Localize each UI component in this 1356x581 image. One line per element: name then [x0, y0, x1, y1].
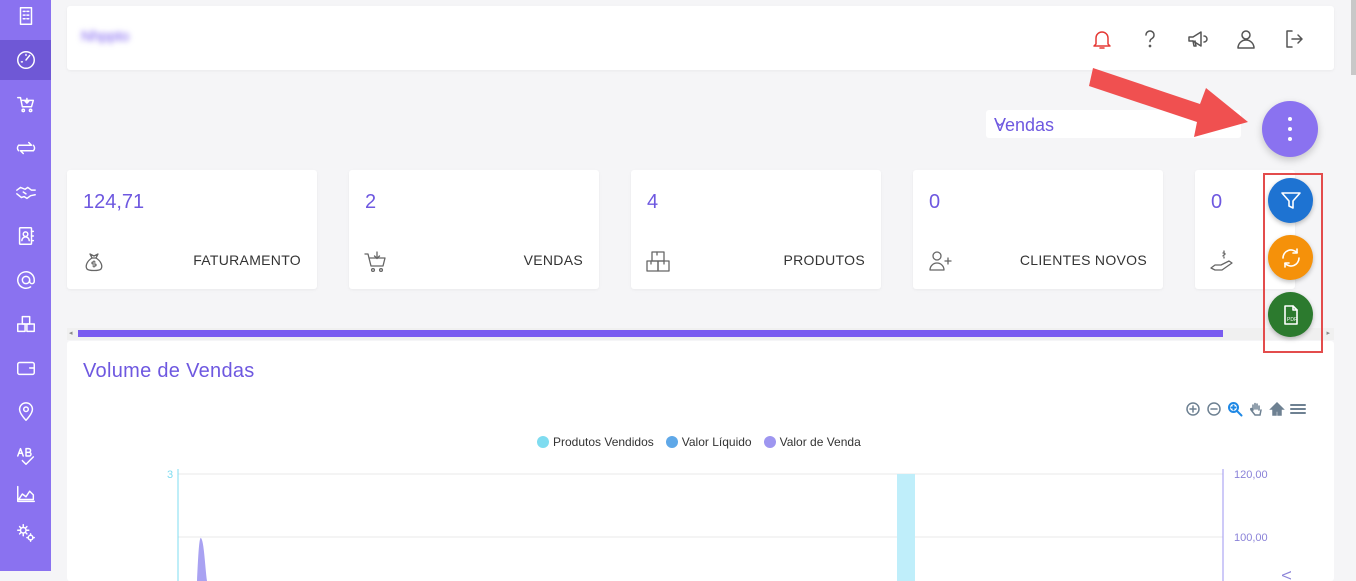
reset-home-icon[interactable] [1268, 400, 1286, 418]
top-bar: Nhppto [67, 6, 1334, 70]
cart-icon [16, 96, 34, 113]
profile-button[interactable] [1233, 26, 1259, 52]
menu-icon[interactable] [1289, 400, 1307, 418]
zoom-select-icon[interactable] [1226, 400, 1244, 418]
zoom-out-icon[interactable] [1205, 400, 1223, 418]
wallet-icon [16, 361, 35, 376]
scroll-left-icon[interactable]: ◂ [69, 329, 73, 337]
exchange-icon [16, 141, 35, 155]
stat-value: 4 [647, 191, 659, 213]
stat-card-revenue: 124,71 FATURAMENTO [67, 170, 317, 289]
sidebar-item-transfers[interactable] [0, 128, 51, 168]
sidebar-item-home[interactable] [0, 0, 51, 36]
stat-card-products: 4 PRODUTOS [631, 170, 881, 289]
map-pin-icon [18, 402, 33, 421]
bar-mark [897, 474, 915, 581]
stat-card-new-clients: 0 CLIENTES NOVOS [913, 170, 1163, 289]
ab-check-icon [16, 447, 34, 465]
chart-plot: 3 120,00 100,00 V [167, 469, 1294, 581]
help-icon [1145, 30, 1155, 48]
sidebar-item-dashboard[interactable] [0, 40, 51, 80]
stat-label: VENDAS [523, 252, 583, 268]
handshake-icon [15, 186, 36, 200]
cards-scrollbar[interactable]: ◂ ▸ [67, 328, 1334, 340]
sidebar-item-ab[interactable] [0, 436, 51, 476]
hand-money-icon [1209, 248, 1235, 274]
megaphone-icon [1188, 31, 1208, 47]
notifications-button[interactable] [1089, 26, 1115, 52]
stat-value: 2 [365, 191, 377, 213]
building-icon [19, 7, 32, 25]
boxes-icon [16, 315, 35, 333]
more-actions-button[interactable] [1262, 101, 1318, 157]
announcements-button[interactable] [1185, 26, 1211, 52]
sidebar-item-wallet[interactable] [0, 348, 51, 388]
zoom-in-icon[interactable] [1184, 400, 1202, 418]
sidebar-item-reports[interactable] [0, 474, 51, 514]
stat-label: PRODUTOS [783, 252, 865, 268]
sidebar-item-products[interactable] [0, 304, 51, 344]
chart-title: Volume de Vendas [83, 360, 255, 382]
speedometer-icon [16, 51, 35, 69]
right-axis-label: V [1279, 571, 1294, 580]
user-plus-icon [927, 248, 953, 274]
sales-volume-card: Volume de Vendas Produtos Vendidos Valor… [67, 341, 1334, 581]
brand-name: Nhppto [81, 28, 130, 45]
sidebar-item-settings[interactable] [0, 513, 51, 553]
boxes-icon [645, 248, 671, 274]
stat-card-sales: 2 VENDAS [349, 170, 599, 289]
sidebar-item-contacts[interactable] [0, 216, 51, 256]
area-chart-icon [16, 485, 35, 503]
contact-book-icon [18, 227, 34, 245]
gears-icon [16, 524, 35, 542]
right-tick-label: 100,00 [1234, 532, 1268, 544]
sidebar-item-deals[interactable] [0, 172, 51, 212]
sidebar-item-locations[interactable] [0, 392, 51, 432]
stat-label: FATURAMENTO [193, 252, 301, 268]
right-tick-label: 120,00 [1234, 469, 1268, 481]
stat-value: 124,71 [83, 191, 145, 213]
logout-button[interactable] [1281, 26, 1307, 52]
logout-icon [1286, 30, 1303, 48]
pan-icon[interactable] [1247, 400, 1265, 418]
chevron-down-icon: ⌄ [994, 113, 1006, 129]
cart-icon [363, 248, 389, 274]
stat-value: 0 [929, 191, 941, 213]
left-tick-label: 3 [167, 469, 173, 481]
series-area-mark [197, 537, 207, 581]
chart-toolbar [1184, 400, 1307, 418]
help-button[interactable] [1137, 26, 1163, 52]
more-vertical-icon [1288, 114, 1292, 144]
scrollbar-thumb[interactable] [78, 330, 1223, 337]
sidebar [0, 0, 51, 571]
sidebar-item-email[interactable] [0, 260, 51, 300]
report-type-select[interactable]: Vendas ⌄ [986, 110, 1241, 138]
annotation-highlight-box [1263, 173, 1323, 353]
money-bag-icon [81, 248, 107, 274]
sidebar-item-sales[interactable] [0, 84, 51, 124]
scroll-right-icon[interactable]: ▸ [1326, 329, 1330, 337]
stat-label: CLIENTES NOVOS [1019, 252, 1147, 268]
page-scrollbar[interactable] [1351, 0, 1356, 75]
user-icon [1237, 30, 1255, 49]
at-icon [16, 271, 35, 289]
bell-icon [1093, 31, 1111, 49]
stat-value: 0 [1211, 191, 1223, 213]
